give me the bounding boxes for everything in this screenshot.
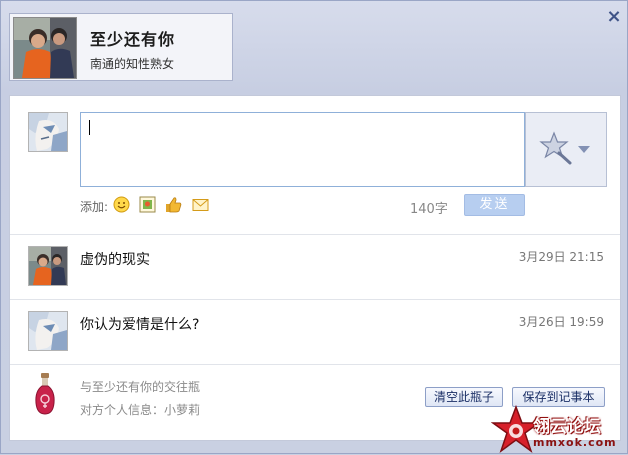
bottle-caption: 与至少还有你的交往瓶 [80,380,201,394]
send-button[interactable]: 发送 [464,194,525,216]
clear-bottle-button[interactable]: 清空此瓶子 [425,387,503,407]
peer-info: 对方个人信息：小萝莉 [80,403,201,417]
watermark-brand: 翎云论坛 [533,417,601,437]
bottle-icon [35,373,55,415]
magic-wand-icon [539,131,590,165]
message-time: 3月29日 21:15 [518,250,604,264]
divider [10,364,620,365]
profile-card: 至少还有你 南通的知性熟女 [9,13,233,81]
message-text: 你认为爱情是什么? [80,317,200,333]
thumbs-up-icon[interactable] [165,196,182,213]
message-time: 3月26日 19:59 [518,315,604,329]
message-input[interactable] [80,112,525,187]
add-label: 添加: [80,200,109,214]
character-counter: 140字 [410,202,448,217]
emoticon-icon[interactable] [113,196,130,213]
bottle-dialog: × 至少还有你 南通的知性熟女 添加: 140字 发送 虚伪的现实 3月29日 … [0,0,628,454]
text-caret [89,120,90,135]
watermark-site: mmxok.com [533,436,617,449]
profile-subtitle: 南通的知性熟女 [90,57,175,71]
close-icon[interactable]: × [604,7,624,27]
divider [10,299,620,300]
chevron-down-icon [578,146,590,153]
my-avatar[interactable] [28,112,68,152]
divider [10,234,620,235]
save-to-notepad-button[interactable]: 保存到记事本 [512,387,605,407]
profile-avatar[interactable] [13,17,77,79]
magic-wand-dropdown[interactable] [525,112,607,187]
message-text: 虚伪的现实 [80,252,150,268]
forum-watermark-logo: 翎云论坛 mmxok.com [491,405,628,455]
bottle-panel: 添加: 140字 发送 虚伪的现实 3月29日 21:15 你认为爱情是什么? … [9,95,621,441]
message-avatar[interactable] [28,246,68,286]
message-avatar[interactable] [28,311,68,351]
image-icon[interactable] [139,196,156,213]
profile-name[interactable]: 至少还有你 [90,26,175,50]
envelope-icon[interactable] [192,196,209,213]
